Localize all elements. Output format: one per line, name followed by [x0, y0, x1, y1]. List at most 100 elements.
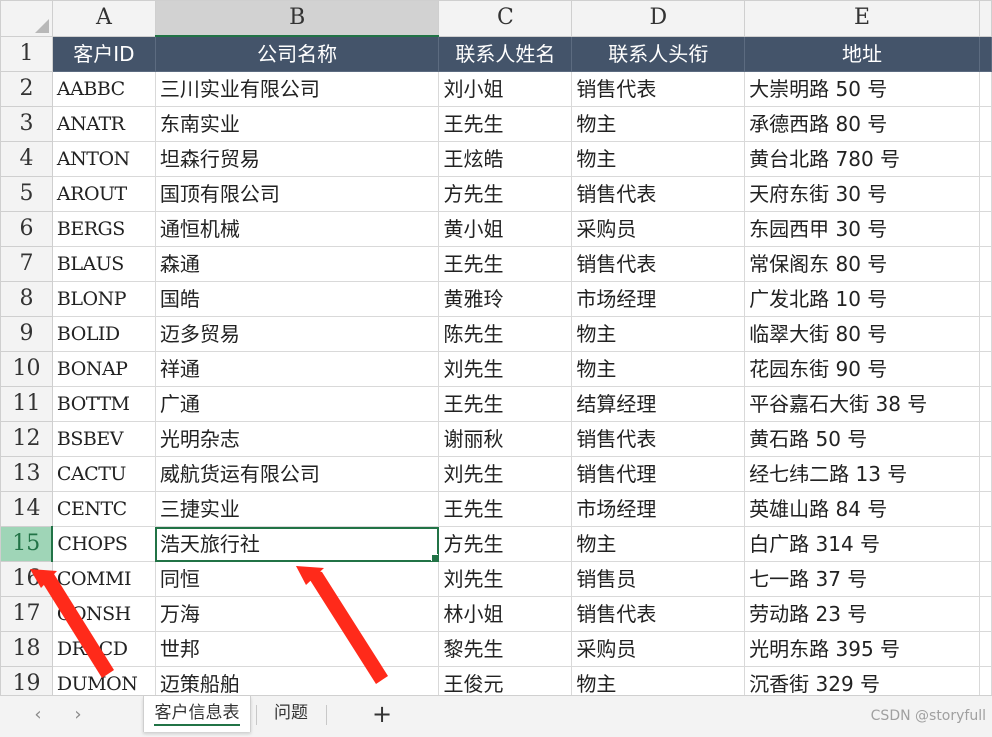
table-cell[interactable]: 平谷嘉石大街 38 号: [744, 386, 980, 422]
table-cell[interactable]: [978, 561, 992, 597]
table-cell[interactable]: [978, 141, 992, 177]
table-cell[interactable]: [978, 386, 992, 422]
table-cell[interactable]: 英雄山路 84 号: [744, 491, 980, 527]
table-cell[interactable]: BLAUS: [51, 246, 156, 282]
table-cell[interactable]: 刘先生: [438, 561, 573, 597]
row-header-14[interactable]: 14: [0, 491, 53, 527]
table-cell[interactable]: [978, 631, 992, 667]
add-sheet-icon[interactable]: +: [368, 700, 396, 728]
table-cell[interactable]: 同恒: [154, 561, 440, 597]
column-header-f[interactable]: [978, 0, 992, 37]
table-cell[interactable]: 王先生: [438, 491, 573, 527]
table-cell[interactable]: 承德西路 80 号: [744, 106, 980, 142]
row-header-10[interactable]: 10: [0, 351, 53, 387]
table-cell[interactable]: BSBEV: [51, 421, 156, 457]
table-cell[interactable]: 常保阁东 80 号: [744, 246, 980, 282]
table-cell[interactable]: 迈多贸易: [154, 316, 440, 352]
table-cell[interactable]: 谢丽秋: [438, 421, 573, 457]
table-cell[interactable]: ANATR: [51, 106, 156, 142]
table-cell[interactable]: 国皓: [154, 281, 440, 317]
table-cell[interactable]: 国顶有限公司: [154, 176, 440, 212]
table-cell[interactable]: 销售员: [571, 561, 746, 597]
table-cell[interactable]: [978, 211, 992, 247]
row-header-7[interactable]: 7: [0, 246, 53, 282]
chevron-left-icon[interactable]: ‹: [26, 703, 50, 727]
table-cell[interactable]: [978, 666, 992, 695]
table-cell[interactable]: 销售代表: [571, 176, 746, 212]
table-cell[interactable]: BLONP: [51, 281, 156, 317]
row-header-19[interactable]: 19: [0, 666, 53, 695]
table-cell[interactable]: 王俊元: [438, 666, 573, 695]
row-header-3[interactable]: 3: [0, 106, 53, 142]
table-cell[interactable]: 物主: [571, 351, 746, 387]
table-cell[interactable]: 坦森行贸易: [154, 141, 440, 177]
table-cell[interactable]: 市场经理: [571, 491, 746, 527]
table-cell[interactable]: 刘小姐: [438, 71, 573, 107]
chevron-right-icon[interactable]: ›: [66, 703, 90, 727]
table-cell[interactable]: [978, 281, 992, 317]
table-cell[interactable]: CHOPS: [51, 526, 156, 562]
table-cell[interactable]: 销售代表: [571, 596, 746, 632]
table-cell[interactable]: 物主: [571, 141, 746, 177]
table-cell[interactable]: 销售代表: [571, 421, 746, 457]
table-cell[interactable]: 方先生: [438, 526, 573, 562]
table-cell[interactable]: 采购员: [571, 211, 746, 247]
table-cell[interactable]: [978, 456, 992, 492]
row-header-16[interactable]: 16: [0, 561, 53, 597]
table-cell[interactable]: AROUT: [51, 176, 156, 212]
table-cell[interactable]: BOLID: [51, 316, 156, 352]
table-cell[interactable]: 市场经理: [571, 281, 746, 317]
table-cell[interactable]: 森通: [154, 246, 440, 282]
table-cell[interactable]: COMMI: [51, 561, 156, 597]
row-header-1[interactable]: 1: [0, 35, 53, 72]
column-header-c[interactable]: C: [438, 0, 573, 37]
table-cell[interactable]: [978, 176, 992, 212]
table-cell[interactable]: [978, 35, 992, 72]
table-cell[interactable]: 黄小姐: [438, 211, 573, 247]
row-header-2[interactable]: 2: [0, 71, 53, 107]
table-cell[interactable]: CONSH: [51, 596, 156, 632]
table-cell[interactable]: 沉香街 329 号: [744, 666, 980, 695]
table-cell[interactable]: [978, 351, 992, 387]
table-cell[interactable]: 销售代理: [571, 456, 746, 492]
table-cell[interactable]: BERGS: [51, 211, 156, 247]
table-cell[interactable]: 大崇明路 50 号: [744, 71, 980, 107]
table-cell[interactable]: 东园西甲 30 号: [744, 211, 980, 247]
table-cell[interactable]: ANTON: [51, 141, 156, 177]
table-cell[interactable]: [978, 316, 992, 352]
column-header-e[interactable]: E: [744, 0, 980, 37]
table-cell[interactable]: 世邦: [154, 631, 440, 667]
table-cell[interactable]: 威航货运有限公司: [154, 456, 440, 492]
row-header-12[interactable]: 12: [0, 421, 53, 457]
row-header-4[interactable]: 4: [0, 141, 53, 177]
table-cell[interactable]: 物主: [571, 106, 746, 142]
header-cell[interactable]: 客户ID: [51, 35, 156, 72]
row-header-18[interactable]: 18: [0, 631, 53, 667]
table-cell[interactable]: 物主: [571, 666, 746, 695]
table-cell[interactable]: 三捷实业: [154, 491, 440, 527]
table-cell[interactable]: 黄石路 50 号: [744, 421, 980, 457]
header-cell[interactable]: 联系人姓名: [438, 35, 573, 72]
table-cell[interactable]: 祥通: [154, 351, 440, 387]
table-cell[interactable]: 光明杂志: [154, 421, 440, 457]
row-header-9[interactable]: 9: [0, 316, 53, 352]
table-cell[interactable]: 三川实业有限公司: [154, 71, 440, 107]
table-cell[interactable]: 王先生: [438, 386, 573, 422]
header-cell[interactable]: 联系人头衔: [571, 35, 746, 72]
table-cell[interactable]: 白广路 314 号: [744, 526, 980, 562]
table-cell[interactable]: [978, 596, 992, 632]
table-cell[interactable]: 七一路 37 号: [744, 561, 980, 597]
table-cell[interactable]: [978, 71, 992, 107]
table-cell[interactable]: [978, 421, 992, 457]
table-cell[interactable]: 花园东街 90 号: [744, 351, 980, 387]
column-header-d[interactable]: D: [571, 0, 746, 37]
row-header-5[interactable]: 5: [0, 176, 53, 212]
table-cell[interactable]: 迈策船舶: [154, 666, 440, 695]
header-cell[interactable]: 公司名称: [154, 35, 440, 72]
fill-handle[interactable]: [431, 554, 438, 561]
header-cell[interactable]: 地址: [744, 35, 980, 72]
table-cell[interactable]: 结算经理: [571, 386, 746, 422]
table-cell[interactable]: 刘先生: [438, 351, 573, 387]
table-cell[interactable]: BONAP: [51, 351, 156, 387]
table-cell[interactable]: 林小姐: [438, 596, 573, 632]
